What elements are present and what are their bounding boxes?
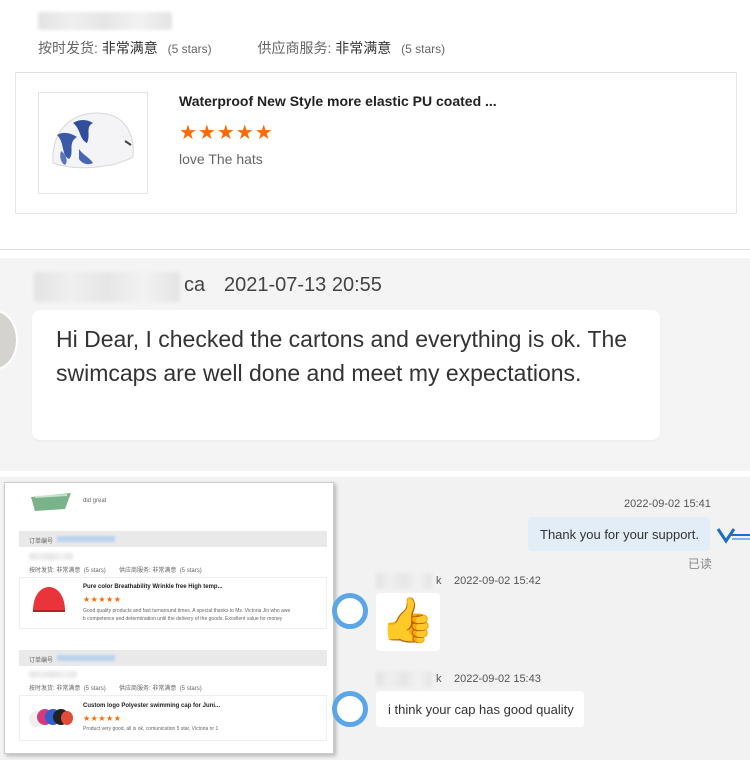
blurred-order-number [57,536,115,542]
product-thumbnail-small [31,493,71,511]
message-text: Hi Dear, I checked the cartons and every… [56,326,628,386]
blurred-buyer-name [29,553,73,560]
shipping-rating-stars: (5 stars) [167,42,212,56]
order1-shipping-rating: 按时发货: 非常满意 (5 stars) [29,565,106,574]
shipping-rating-value: 非常满意 [101,40,158,56]
seller-logo-icon [716,528,750,544]
incoming2-name-tail: k [436,673,442,685]
service-rating-label: 供应商服务: [257,40,332,56]
sender-name-tail: ca [184,274,206,296]
red-swim-cap-thumbnail [33,587,65,612]
incoming2-timestamp: 2022-09-02 15:43 [454,673,541,685]
outgoing-timestamp: 2022-09-02 15:41 [624,498,711,510]
rating-summary: 按时发货: 非常满意 (5 stars) 供应商服务: 非常满意 (5 star… [38,38,445,58]
order1-service-rating: 供应商服务: 非常满意 (5 stars) [119,565,202,574]
order1-review-line1: Good quality products and fast turnaroun… [83,608,291,614]
incoming2-message-text: i think your cap has good quality [388,702,574,717]
order-number-label: 订单编号 [29,539,54,545]
order2-review-line1: Product very good, all is ok, comunicati… [83,726,219,732]
message-timestamp: 2021-07-13 20:55 [224,274,382,296]
order1-service-value: 供应商服务: 非常满意 [119,568,177,574]
review-text: love The hats [179,151,263,167]
outgoing-message-text: Thank you for your support. [540,527,699,542]
incoming1-timestamp: 2022-09-02 15:42 [454,575,541,587]
service-rating-value: 非常满意 [335,40,392,56]
service-rating-stars: (5 stars) [401,42,446,56]
order2-shipping-rating: 按时发货: 非常满意 (5 stars) [29,683,106,692]
inset-review-screenshot: did great 订单编号 按时发货: 非常满意 (5 stars) 供应商服… [4,482,334,754]
blurred-buyer-name-2 [29,671,77,678]
blurred-order-number-2 [57,655,115,661]
order1-review-line2: b competence and determination until the… [83,616,283,622]
order-number-label-2: 订单编号 [29,658,54,664]
product-thumbnail[interactable] [38,92,148,194]
order2-stars: ★★★★★ [83,714,122,723]
order1-product-title[interactable]: Pure color Breathability Wrinkle free Hi… [83,584,223,590]
order1-stars: ★★★★★ [83,595,122,604]
chat-screenshot-panel: did great 订单编号 按时发货: 非常满意 (5 stars) 供应商服… [0,477,750,760]
read-status: 已读 [688,557,713,571]
order2-shipping-value: 按时发货: 非常满意 [29,686,81,692]
incoming1-avatar[interactable] [332,593,368,629]
order2-shipping-stars: (5 stars) [83,686,106,692]
inset-top-review: did great [83,498,107,504]
order2-product-title[interactable]: Custom logo Polyester swimming cap for J… [83,703,220,709]
order2-service-value: 供应商服务: 非常满意 [119,686,177,692]
review-panel: 按时发货: 非常满意 (5 stars) 供应商服务: 非常满意 (5 star… [0,0,750,250]
thumbs-up-icon: 👍 [380,596,435,645]
multicolor-caps-thumbnail [29,709,73,727]
chat-message-panel: ca 2021-07-13 20:55 Hi Dear, I checked t… [0,258,750,471]
product-title-link[interactable]: Waterproof New Style more elastic PU coa… [179,93,497,109]
incoming2-avatar[interactable] [332,691,368,727]
order2-service-stars: (5 stars) [179,686,202,692]
blurred-sender-name-2 [376,671,432,687]
order1-shipping-value: 按时发货: 非常满意 [29,568,81,574]
order1-service-stars: (5 stars) [179,568,202,574]
incoming1-name-tail: k [436,575,442,587]
sender-avatar[interactable] [0,310,18,370]
order2-service-rating: 供应商服务: 非常满意 (5 stars) [119,683,202,692]
order1-shipping-stars: (5 stars) [83,568,106,574]
blurred-sender-name-1 [376,573,432,589]
swim-cap-image [52,112,134,169]
blurred-reviewer-name [38,12,172,30]
shipping-rating-label: 按时发货: [38,40,98,56]
star-rating: ★★★★★ [179,122,274,144]
blurred-sender-name [34,272,180,302]
